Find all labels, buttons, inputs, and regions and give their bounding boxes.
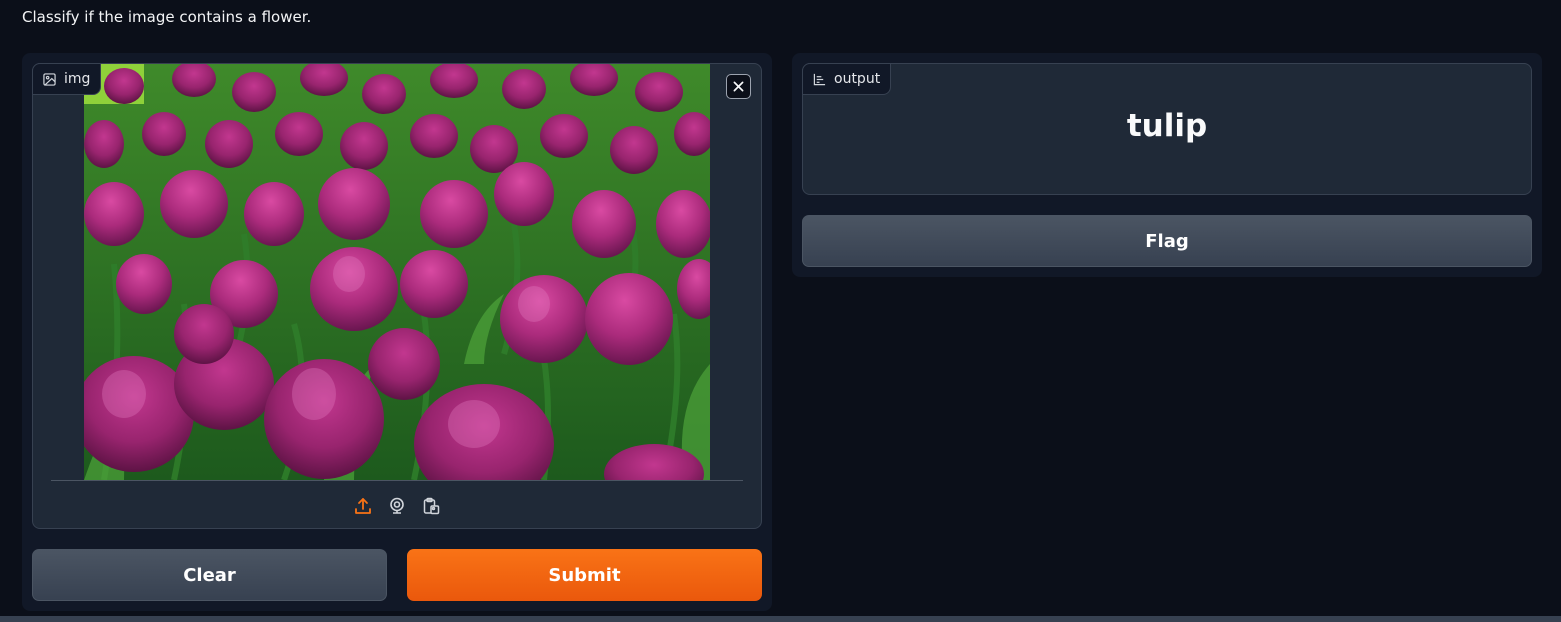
- close-icon: [733, 81, 744, 92]
- upload-icon: [355, 498, 371, 514]
- webcam-source-button[interactable]: [387, 496, 407, 516]
- predicted-label: tulip: [1126, 108, 1208, 144]
- clear-image-button[interactable]: [726, 74, 751, 99]
- clipboard-icon: [423, 497, 440, 515]
- uploaded-image: [84, 64, 710, 480]
- image-input-label: img: [32, 63, 102, 95]
- input-panel: img Clear Submit: [22, 53, 772, 611]
- submit-button[interactable]: Submit: [407, 549, 762, 601]
- output-block: output tulip: [802, 63, 1532, 195]
- page-bottom-bar: [0, 616, 1561, 622]
- source-divider: [51, 480, 743, 481]
- clear-button[interactable]: Clear: [32, 549, 387, 601]
- app-description: Classify if the image contains a flower.: [22, 8, 312, 26]
- image-input-label-text: img: [64, 71, 91, 87]
- flag-button[interactable]: Flag: [802, 215, 1532, 267]
- image-icon: [43, 72, 56, 86]
- image-input-block: img: [32, 63, 762, 529]
- output-label: output: [802, 63, 892, 95]
- output-panel: output tulip Flag: [792, 53, 1542, 277]
- output-label-text: output: [834, 71, 881, 87]
- upload-source-button[interactable]: [353, 496, 373, 516]
- image-source-selector: [33, 492, 761, 520]
- clipboard-source-button[interactable]: [421, 496, 441, 516]
- bar-chart-icon: [813, 73, 826, 86]
- webcam-icon: [390, 497, 404, 514]
